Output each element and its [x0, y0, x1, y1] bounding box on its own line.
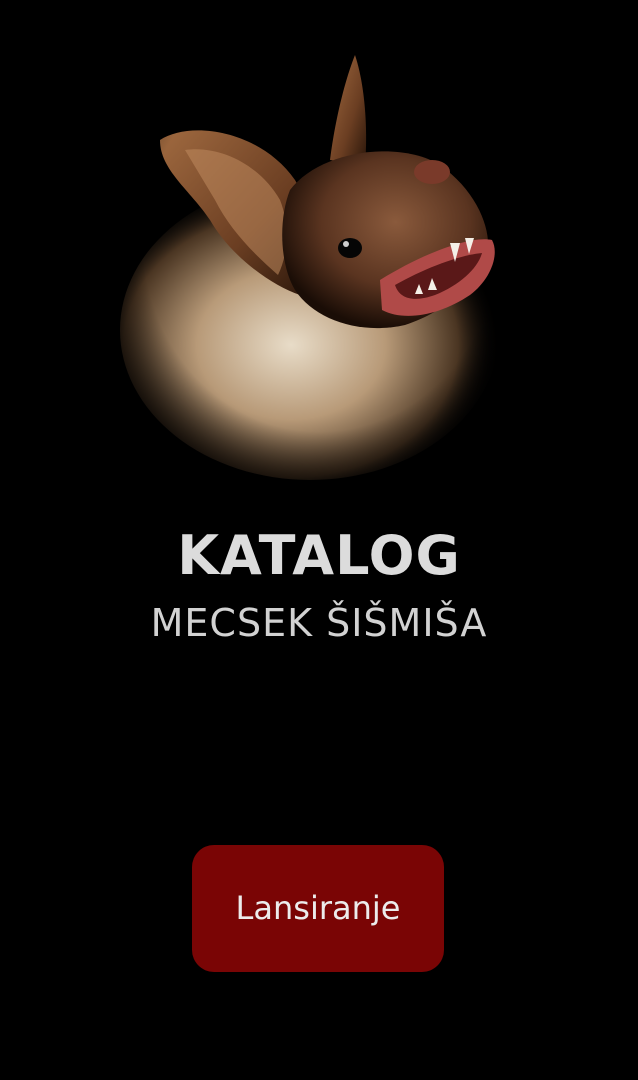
app-title: KATALOG — [177, 524, 461, 587]
bat-photo — [110, 40, 530, 490]
bat-illustration-icon — [110, 40, 530, 490]
launch-button[interactable]: Lansiranje — [192, 845, 444, 972]
splash-screen: KATALOG MECSEK ŠIŠMIŠA Lansiranje — [0, 0, 638, 1080]
app-subtitle: MECSEK ŠIŠMIŠA — [150, 601, 488, 645]
